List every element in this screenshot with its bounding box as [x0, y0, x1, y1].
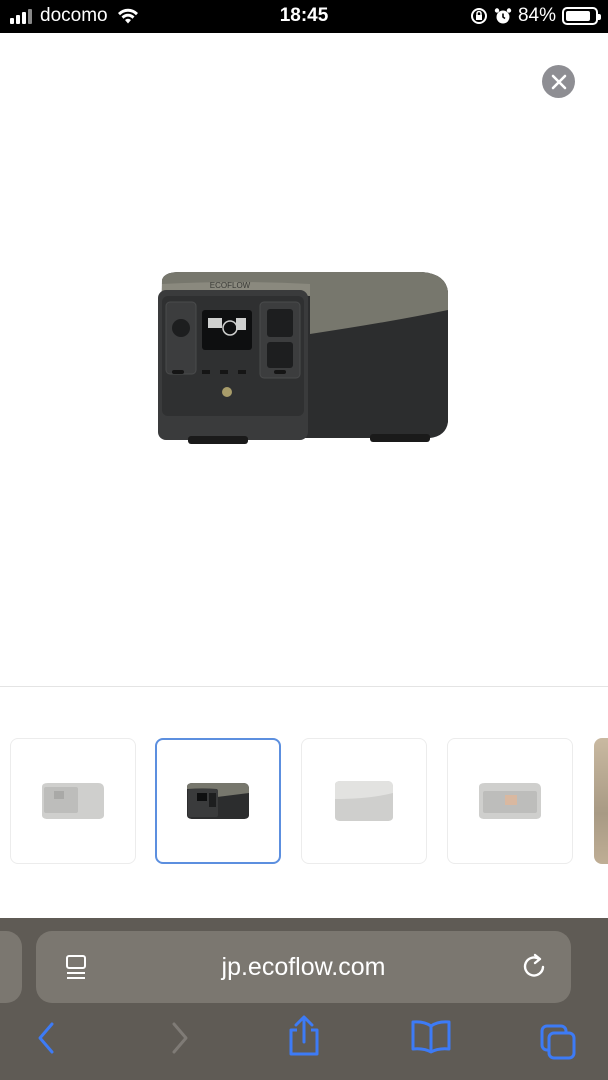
status-right: 84% — [470, 5, 601, 27]
bookmarks-icon[interactable] — [410, 1018, 452, 1054]
thumbnail-2-image — [187, 783, 249, 819]
close-button[interactable] — [542, 65, 575, 98]
thumbnail-3-image — [335, 781, 393, 821]
close-icon — [551, 74, 566, 89]
device-brand-label: ECOFLOW — [210, 281, 251, 290]
url-text: jp.ecoflow.com — [221, 953, 386, 981]
thumbnail-3[interactable] — [301, 738, 427, 864]
back-icon[interactable] — [34, 1020, 58, 1056]
forward-icon[interactable] — [168, 1020, 192, 1056]
address-bar[interactable]: jp.ecoflow.com — [36, 931, 571, 1003]
thumbnail-2[interactable] — [155, 738, 281, 864]
share-icon[interactable] — [286, 1014, 322, 1058]
alarm-icon — [494, 8, 512, 24]
status-bar: docomo 18:45 84% — [0, 0, 608, 33]
thumbnail-strip — [0, 738, 608, 864]
battery-icon — [562, 7, 601, 25]
divider — [0, 686, 608, 687]
reload-icon[interactable] — [521, 951, 549, 981]
safari-bottom-bar: jp.ecoflow.com — [0, 918, 608, 1080]
product-image: ECOFLOW — [158, 272, 448, 444]
previous-tab-preview[interactable] — [0, 931, 22, 1003]
battery-percent: 84% — [517, 5, 556, 26]
thumbnail-4[interactable] — [447, 738, 573, 864]
thumbnail-4-image — [479, 783, 541, 819]
thumbnail-1[interactable] — [10, 738, 136, 864]
tabs-icon[interactable] — [538, 1022, 578, 1062]
thumbnail-1-image — [42, 783, 104, 819]
orientation-lock-icon — [470, 8, 487, 24]
thumbnail-5[interactable] — [594, 738, 608, 864]
